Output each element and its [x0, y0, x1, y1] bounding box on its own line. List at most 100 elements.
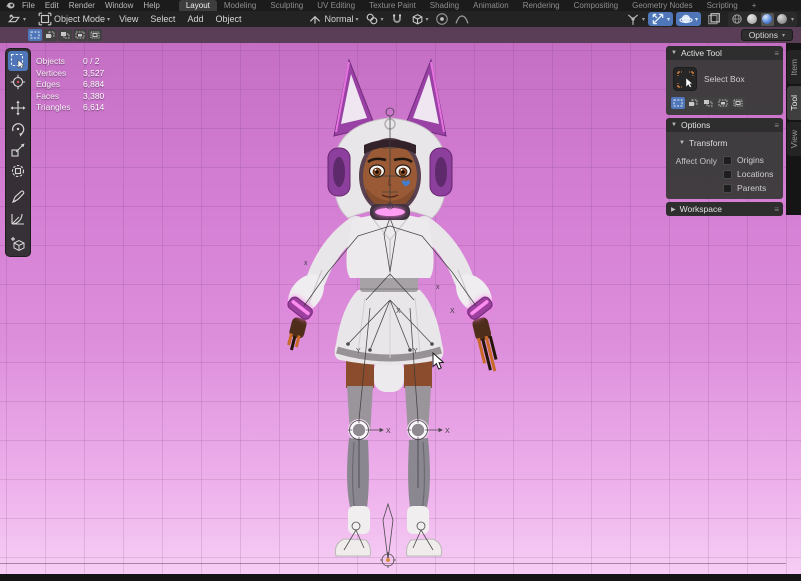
gizmo-arrows-icon	[651, 12, 665, 26]
menu-object[interactable]: Object	[209, 14, 247, 24]
sidebar-tab-tool[interactable]: Tool	[787, 86, 801, 120]
tool-rotate[interactable]	[8, 119, 28, 139]
checkbox-locations[interactable]: Locations	[723, 169, 773, 179]
menu-render[interactable]: Render	[64, 0, 100, 11]
panel-menu-icon[interactable]: ≡	[774, 121, 778, 130]
tool-transform[interactable]	[8, 161, 28, 181]
checkbox-parents[interactable]: Parents	[723, 183, 773, 193]
workspace-tab-sculpting[interactable]: Sculpting	[263, 0, 310, 11]
select-mode-invert[interactable]	[716, 97, 730, 109]
stat-faces: Faces3,380	[36, 91, 104, 103]
chevron-down-icon: ▾	[642, 16, 645, 23]
select-mode-extend[interactable]	[43, 29, 57, 41]
workspace-title: Workspace	[680, 204, 722, 214]
chevron-down-icon: ▾	[667, 16, 670, 23]
wireframe-sphere-icon	[732, 14, 742, 24]
transform-subsection[interactable]: ▼ Transform	[679, 138, 778, 148]
select-mode-set[interactable]	[28, 29, 42, 41]
workspace-tab-compositing[interactable]: Compositing	[567, 0, 625, 11]
tool-shelf	[5, 48, 31, 257]
proportional-editing-toggle[interactable]	[432, 12, 452, 26]
pivot-point-dropdown[interactable]: ▾	[362, 12, 387, 26]
editor-type-selector[interactable]: ▾	[4, 12, 29, 26]
options-dropdown-button[interactable]: Options ▾	[741, 29, 793, 41]
menu-window[interactable]: Window	[100, 0, 138, 11]
chevron-down-icon: ▾	[695, 16, 698, 23]
menu-view[interactable]: View	[113, 14, 144, 24]
solid-sphere-icon	[747, 14, 757, 24]
select-mode-extend[interactable]	[686, 97, 700, 109]
select-mode-invert[interactable]	[73, 29, 87, 41]
checkbox-icon[interactable]	[723, 170, 732, 179]
overlays-toggle[interactable]: ▾	[676, 12, 701, 26]
tool-cursor[interactable]	[8, 72, 28, 92]
shading-material-button[interactable]	[761, 13, 774, 26]
character-model[interactable]: x x X X Y Y X X	[270, 48, 520, 568]
checkbox-icon[interactable]	[723, 156, 732, 165]
select-mode-subtract[interactable]	[701, 97, 715, 109]
tool-select-box[interactable]	[8, 51, 28, 71]
select-mode-intersect[interactable]	[88, 29, 102, 41]
tool-move[interactable]	[8, 98, 28, 118]
viewport-3d[interactable]: Objects0 / 2 Vertices3,527 Edges6,884 Fa…	[0, 43, 801, 574]
workspace-tab-layout[interactable]: Layout	[179, 0, 217, 11]
tool-annotate[interactable]	[8, 187, 28, 207]
select-mode-intersect[interactable]	[731, 97, 745, 109]
panel-menu-icon[interactable]: ≡	[774, 49, 778, 58]
menu-add[interactable]: Add	[181, 14, 209, 24]
checkbox-origins[interactable]: Origins	[723, 155, 773, 165]
svg-text:x: x	[304, 260, 308, 267]
snap-toggle[interactable]	[387, 12, 407, 26]
active-tool-header[interactable]: ▼ Active Tool ≡	[666, 46, 783, 60]
chevron-right-icon: ▶	[671, 206, 676, 213]
active-tool-icon-button[interactable]	[673, 67, 697, 91]
active-tool-title: Active Tool	[681, 48, 722, 58]
select-mode-subtract[interactable]	[58, 29, 72, 41]
panel-menu-icon[interactable]: ≡	[774, 205, 778, 214]
options-header[interactable]: ▼ Options ≡	[666, 118, 783, 132]
material-sphere-icon	[762, 14, 772, 24]
workspace-section: ▶ Workspace ≡	[666, 202, 783, 216]
scale-icon	[10, 142, 26, 158]
shading-wireframe-button[interactable]	[731, 13, 744, 26]
workspace-header[interactable]: ▶ Workspace ≡	[666, 202, 783, 216]
menu-edit[interactable]: Edit	[40, 0, 64, 11]
workspace-tab-uv-editing[interactable]: UV Editing	[310, 0, 362, 11]
xray-toggle[interactable]	[704, 12, 724, 26]
shading-rendered-button[interactable]	[776, 13, 789, 26]
sidebar-tab-view[interactable]: View	[787, 122, 801, 156]
transform-orientation-dropdown[interactable]: Normal ▾	[305, 12, 361, 26]
workspace-tab-modeling[interactable]: Modeling	[217, 0, 263, 11]
select-mode-set[interactable]	[671, 97, 685, 109]
active-tool-name: Select Box	[704, 74, 745, 84]
workspace-tab-rendering[interactable]: Rendering	[516, 0, 567, 11]
gizmos-toggle[interactable]: ▾	[648, 12, 673, 26]
show-gizmo-dropdown[interactable]: ▾	[623, 12, 648, 26]
proportional-dot-icon	[435, 12, 449, 26]
sidebar-tab-item[interactable]: Item	[787, 50, 801, 84]
menu-file[interactable]: File	[17, 0, 40, 11]
checkbox-icon[interactable]	[723, 184, 732, 193]
tool-measure[interactable]	[8, 208, 28, 228]
svg-text:X: X	[450, 308, 455, 315]
options-title: Options	[681, 120, 710, 130]
mode-dropdown[interactable]: Object Mode ▾	[35, 12, 113, 26]
workspace-tab-add[interactable]: +	[745, 0, 764, 11]
proportional-falloff-dropdown[interactable]	[452, 12, 472, 26]
menu-help[interactable]: Help	[138, 0, 164, 11]
pivot-link-icon	[365, 12, 379, 26]
shading-solid-button[interactable]	[746, 13, 759, 26]
workspace-tab-shading[interactable]: Shading	[423, 0, 466, 11]
rotate-icon	[10, 121, 26, 137]
workspace-tab-scripting[interactable]: Scripting	[700, 0, 745, 11]
workspace-tab-texture-paint[interactable]: Texture Paint	[362, 0, 423, 11]
workspace-tab-animation[interactable]: Animation	[466, 0, 516, 11]
snap-target-dropdown[interactable]: ▾	[407, 12, 432, 26]
stat-objects: Objects0 / 2	[36, 56, 104, 68]
workspace-tab-geometry-nodes[interactable]: Geometry Nodes	[625, 0, 699, 11]
tool-scale[interactable]	[8, 140, 28, 160]
tool-add-cube[interactable]	[8, 234, 28, 254]
menu-select[interactable]: Select	[144, 14, 181, 24]
blender-logo-icon[interactable]	[5, 1, 15, 10]
chevron-down-icon: ▾	[791, 16, 794, 23]
